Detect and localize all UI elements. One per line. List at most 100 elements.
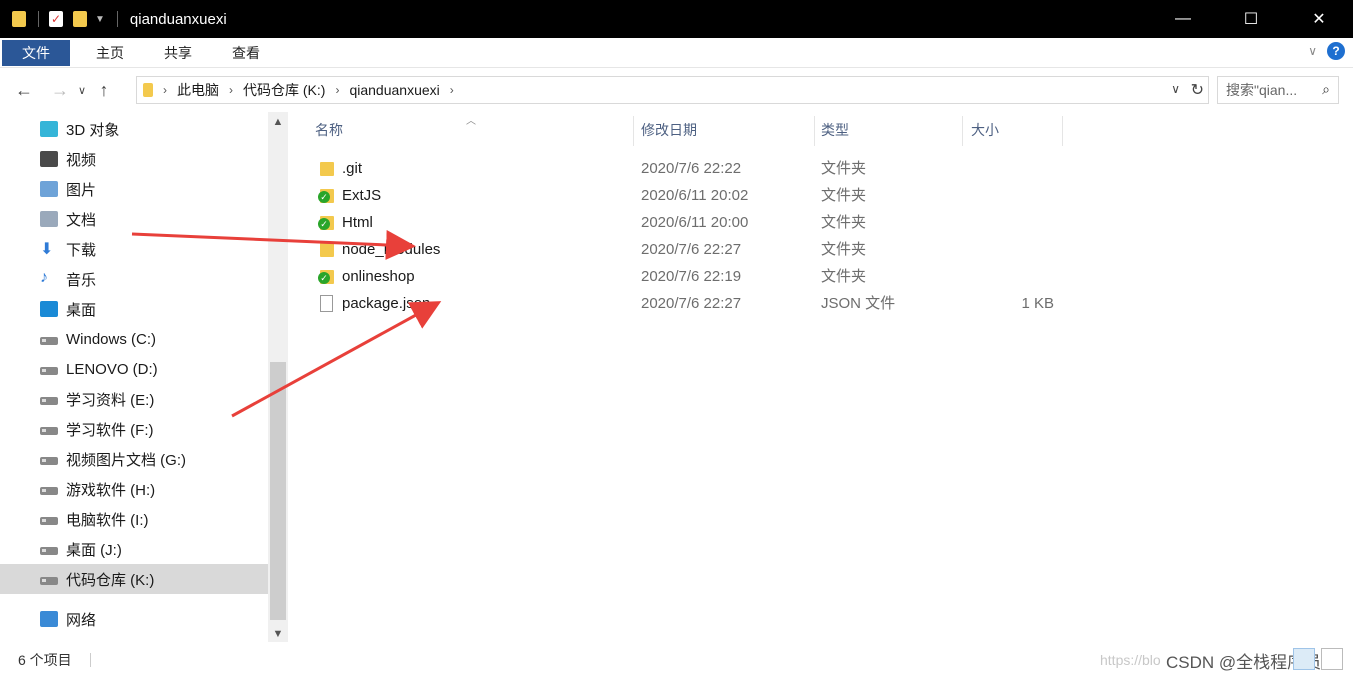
sidebar-item[interactable]: 3D 对象: [0, 114, 268, 144]
column-header-size[interactable]: 大小: [971, 112, 1061, 148]
sidebar-item[interactable]: 视频图片文档 (G:): [0, 444, 268, 474]
expand-ribbon-icon[interactable]: ∨: [1308, 44, 1317, 58]
item-count: 6 个项目: [18, 652, 72, 668]
address-bar[interactable]: › 此电脑 › 代码仓库 (K:) › qianduanxuexi › ∨ ↻: [136, 76, 1209, 104]
chevron-right-icon[interactable]: ›: [335, 83, 339, 97]
sidebar-item-label: 图片: [66, 181, 97, 199]
sidebar-item[interactable]: 电脑软件 (I:): [0, 504, 268, 534]
scroll-thumb[interactable]: [270, 362, 286, 620]
scroll-up-icon[interactable]: ▲: [268, 116, 288, 128]
synced-folder-icon: [318, 189, 334, 203]
sidebar-item[interactable]: 图片: [0, 174, 268, 204]
file-modified-date: 2020/7/6 22:19: [641, 268, 742, 285]
large-icons-view-icon[interactable]: [1321, 648, 1343, 670]
nav-scrollbar[interactable]: ▲ ▼: [268, 112, 288, 642]
sidebar-item[interactable]: 学习资料 (E:): [0, 384, 268, 414]
up-icon[interactable]: ↑: [90, 80, 118, 101]
sidebar-item-label: 桌面 (J:): [66, 541, 122, 559]
sidebar-item-label: LENOVO (D:): [66, 360, 158, 378]
file-name: package.json: [342, 295, 431, 312]
file-row[interactable]: Html 2020/6/11 20:00 文件夹: [290, 209, 1353, 236]
breadcrumb-this-pc[interactable]: 此电脑: [177, 80, 219, 100]
help-icon[interactable]: ?: [1327, 42, 1345, 60]
sidebar-item-label: 桌面: [66, 301, 97, 319]
folder-icon: [320, 243, 334, 257]
drive-icon: [40, 337, 58, 345]
tab-view[interactable]: 查看: [212, 38, 280, 68]
documents-icon: [40, 211, 58, 227]
sidebar-item-label: 代码仓库 (K:): [66, 571, 155, 589]
sidebar-item[interactable]: 游戏软件 (H:): [0, 474, 268, 504]
refresh-icon[interactable]: ↻: [1191, 80, 1204, 100]
maximize-icon[interactable]: ☐: [1217, 0, 1285, 38]
breadcrumb-folder[interactable]: qianduanxuexi: [349, 82, 439, 98]
title-divider: [38, 11, 39, 27]
file-modified-date: 2020/6/11 20:00: [641, 214, 749, 231]
file-type: 文件夹: [821, 268, 867, 285]
drive-icon: [40, 577, 58, 585]
sidebar-item[interactable]: 视频: [0, 144, 268, 174]
file-row[interactable]: node_modules 2020/7/6 22:27 文件夹: [290, 236, 1353, 263]
column-divider[interactable]: [633, 116, 634, 146]
navigation-bar: ← → ∨ ↑ › 此电脑 › 代码仓库 (K:) › qianduanxuex…: [0, 68, 1353, 112]
chevron-right-icon[interactable]: ›: [163, 83, 167, 97]
chevron-right-icon[interactable]: ›: [229, 83, 233, 97]
scroll-down-icon[interactable]: ▼: [268, 628, 288, 640]
sidebar-item-label: 学习资料 (E:): [66, 391, 155, 409]
file-row[interactable]: .git 2020/7/6 22:22 文件夹: [290, 155, 1353, 182]
sidebar-item[interactable]: ♪ 音乐: [0, 264, 268, 294]
file-type: JSON 文件: [821, 295, 896, 312]
tab-home[interactable]: 主页: [76, 38, 144, 68]
folder-icon: [320, 162, 334, 176]
column-header-name[interactable]: 名称: [315, 112, 632, 148]
breadcrumb-drive[interactable]: 代码仓库 (K:): [243, 80, 325, 100]
file-row[interactable]: onlineshop 2020/7/6 22:19 文件夹: [290, 263, 1353, 290]
tab-file[interactable]: 文件: [2, 39, 70, 66]
sidebar-item[interactable]: 桌面: [0, 294, 268, 324]
minimize-icon[interactable]: —: [1149, 0, 1217, 38]
close-icon[interactable]: ✕: [1285, 0, 1353, 38]
file-name: Html: [342, 214, 373, 231]
sidebar-item-label: 3D 对象: [66, 121, 120, 139]
column-divider[interactable]: [1062, 116, 1063, 146]
chevron-right-icon[interactable]: ›: [450, 83, 454, 97]
address-dropdown-icon[interactable]: ∨: [1171, 82, 1180, 96]
new-folder-icon[interactable]: [73, 11, 87, 27]
sidebar-item[interactable]: 桌面 (J:): [0, 534, 268, 564]
file-row[interactable]: package.json 2020/7/6 22:27 JSON 文件 1 KB: [290, 290, 1353, 317]
column-header-type[interactable]: 类型: [821, 112, 961, 148]
column-divider[interactable]: [962, 116, 963, 146]
tab-share[interactable]: 共享: [144, 38, 212, 68]
synced-folder-icon: [318, 216, 334, 230]
properties-icon[interactable]: ✓: [49, 11, 63, 27]
recent-locations-icon[interactable]: ∨: [74, 84, 90, 97]
folder-icon: [12, 11, 26, 27]
sidebar-item[interactable]: Windows (C:): [0, 324, 268, 354]
file-size: 1 KB: [1021, 295, 1054, 312]
sidebar-item[interactable]: ⬇ 下载: [0, 234, 268, 264]
column-header-date[interactable]: 修改日期: [641, 112, 811, 148]
column-divider[interactable]: [814, 116, 815, 146]
sidebar-item[interactable]: 文档: [0, 204, 268, 234]
sidebar-item-label: 游戏软件 (H:): [66, 481, 156, 499]
sidebar-item[interactable]: 代码仓库 (K:): [0, 564, 268, 594]
drive-icon: [40, 547, 58, 555]
details-view-icon[interactable]: [1293, 648, 1315, 670]
search-input[interactable]: 搜索"qian... ⌕: [1217, 76, 1339, 104]
file-row[interactable]: ExtJS 2020/6/11 20:02 文件夹: [290, 182, 1353, 209]
forward-icon[interactable]: →: [46, 80, 74, 101]
sidebar-item-label: 文档: [66, 211, 97, 229]
file-modified-date: 2020/7/6 22:27: [641, 295, 742, 312]
folder-icon: [143, 83, 153, 97]
title-divider: [116, 11, 118, 27]
sidebar-item-label: 视频图片文档 (G:): [66, 451, 186, 469]
chevron-down-icon[interactable]: ▼: [95, 14, 105, 25]
file-modified-date: 2020/7/6 22:22: [641, 160, 742, 177]
sidebar-item[interactable]: LENOVO (D:): [0, 354, 268, 384]
sidebar-item[interactable]: 网络: [0, 604, 268, 634]
sidebar-item-label: 音乐: [66, 271, 97, 289]
sidebar-item[interactable]: 学习软件 (F:): [0, 414, 268, 444]
back-icon[interactable]: ←: [10, 80, 38, 101]
sidebar-item-label: 下载: [66, 241, 97, 259]
drive-icon: [40, 457, 58, 465]
